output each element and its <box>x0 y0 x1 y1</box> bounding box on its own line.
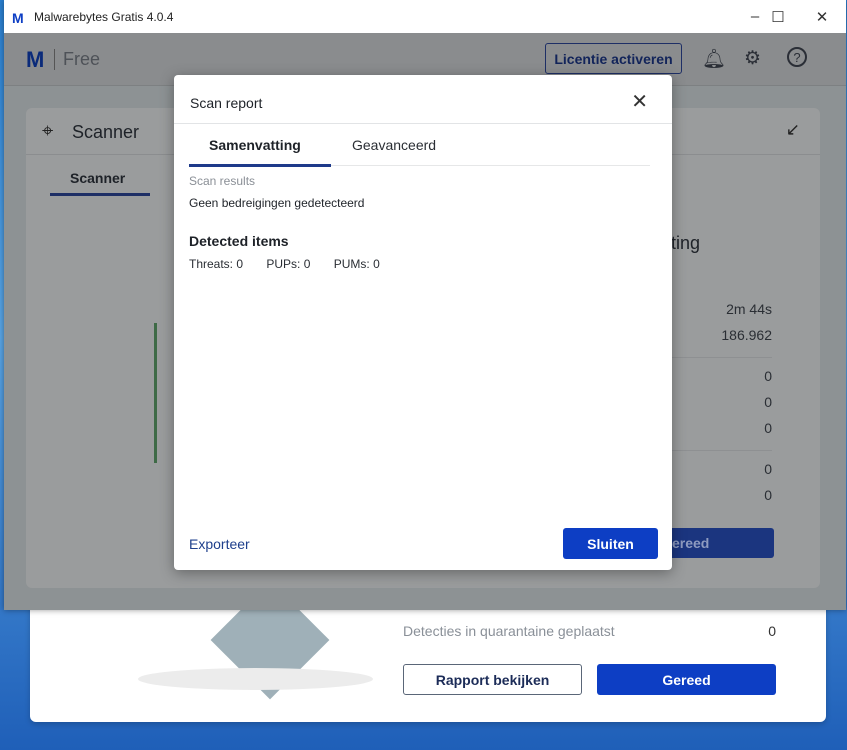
dialog-tabs: Samenvatting Geavanceerd <box>189 124 650 167</box>
pups-count: PUPs: 0 <box>266 257 311 271</box>
detected-items-heading: Detected items <box>189 233 289 249</box>
close-button[interactable]: Sluiten <box>563 528 658 559</box>
bell-icon[interactable]: 🔔︎ <box>702 47 726 71</box>
close-icon[interactable]: ✕ <box>631 89 648 114</box>
dialog-title: Scan report <box>190 95 263 111</box>
scanner-title: Scanner <box>72 122 140 142</box>
active-tab-indicator <box>189 164 331 167</box>
scan-results-label: Scan results <box>189 174 256 188</box>
scan-results-value: Geen bedreigingen gedetecteerd <box>189 196 365 210</box>
stat-value: 0 <box>764 461 772 477</box>
collapse-icon[interactable]: ↙ <box>786 120 800 140</box>
threats-count: Threats: 0 <box>189 257 244 271</box>
tab-advanced[interactable]: Geavanceerd <box>352 137 436 153</box>
logo-icon: M <box>26 47 45 72</box>
activate-license-button[interactable]: Licentie activeren <box>545 43 682 74</box>
edition-label: Free <box>54 49 100 70</box>
crosshair-icon: ⌖ <box>42 120 54 142</box>
close-window-button[interactable]: ✕ <box>799 0 845 33</box>
scan-report-dialog: Scan report ✕ Samenvatting Geavanceerd S… <box>174 75 672 570</box>
stat-value: 0 <box>764 368 772 384</box>
quarantine-value: 0 <box>768 623 776 639</box>
stat-value: 0 <box>764 394 772 410</box>
stat-value: 0 <box>764 487 772 503</box>
tab-summary[interactable]: Samenvatting <box>209 137 301 153</box>
maximize-button[interactable]: ☐ <box>755 0 801 33</box>
tab-scanner[interactable]: Scanner <box>70 170 125 186</box>
done-button[interactable]: Gereed <box>597 664 776 695</box>
title-bar: M Malwarebytes Gratis 4.0.4 <box>4 0 846 33</box>
window-title: Malwarebytes Gratis 4.0.4 <box>34 9 174 24</box>
detection-counts: Threats: 0 PUPs: 0 PUMs: 0 <box>189 257 400 271</box>
stat-value: 0 <box>764 420 772 436</box>
export-link[interactable]: Exporteer <box>189 536 250 552</box>
done-button-dimmed: ereed <box>656 528 774 558</box>
illustration-shadow <box>138 668 373 690</box>
pums-count: PUMs: 0 <box>333 257 380 271</box>
scan-time: 2m 44s <box>726 301 772 317</box>
view-report-button[interactable]: Rapport bekijken <box>403 664 582 695</box>
help-icon[interactable]: ? <box>787 47 807 67</box>
gear-icon[interactable]: ⚙ <box>744 47 761 70</box>
malwarebytes-logo-icon: M <box>12 9 24 26</box>
items-scanned: 186.962 <box>721 327 772 343</box>
quarantine-label: Detecties in quarantaine geplaatst <box>403 623 615 639</box>
